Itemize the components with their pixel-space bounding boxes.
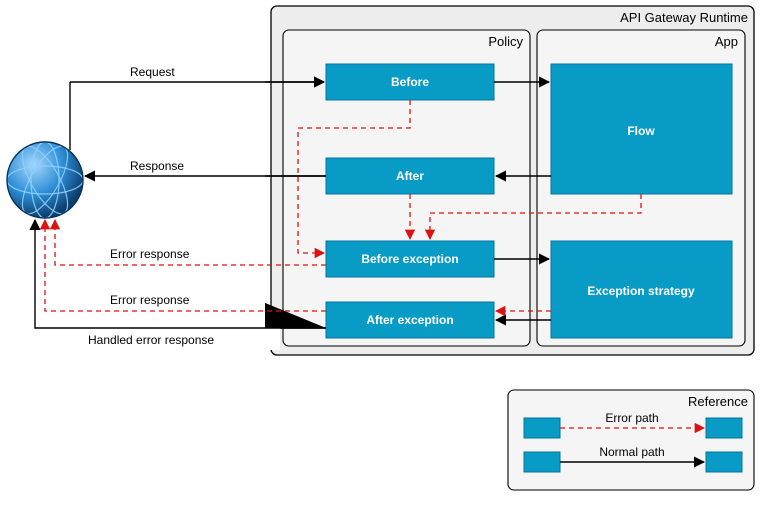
after-label: After [396,169,424,183]
edge-request-label2: Request [130,65,175,79]
before-exception-box: Before exception [326,241,494,277]
before-exception-label: Before exception [361,252,458,266]
reference-box: Reference Error path Normal path [508,390,754,490]
legend-normal-dst [706,452,742,472]
after-exception-box: After exception [326,302,494,338]
exception-strategy-box: Exception strategy [551,241,732,338]
legend-error-src [524,418,560,438]
exception-strategy-label: Exception strategy [587,284,695,298]
flow-box: Flow [551,64,732,194]
before-box: Before [326,64,494,100]
edge-error2-label: Error response [110,293,190,307]
policy-title: Policy [488,34,523,49]
reference-title: Reference [688,394,748,409]
after-exception-label: After exception [366,313,453,327]
legend-error-label: Error path [605,411,658,425]
legend-normal-label: Normal path [599,445,664,459]
globe-icon-2 [7,140,83,220]
before-label: Before [391,75,429,89]
app-title: App [715,34,738,49]
runtime-title: API Gateway Runtime [620,10,748,25]
edge-response-label2: Response [130,159,184,173]
legend-normal-src [524,452,560,472]
edge-handled-label: Handled error response [88,333,214,347]
after-box: After [326,158,494,194]
edge-error1-label: Error response [110,247,190,261]
legend-error-dst [706,418,742,438]
flow-label: Flow [627,124,655,138]
